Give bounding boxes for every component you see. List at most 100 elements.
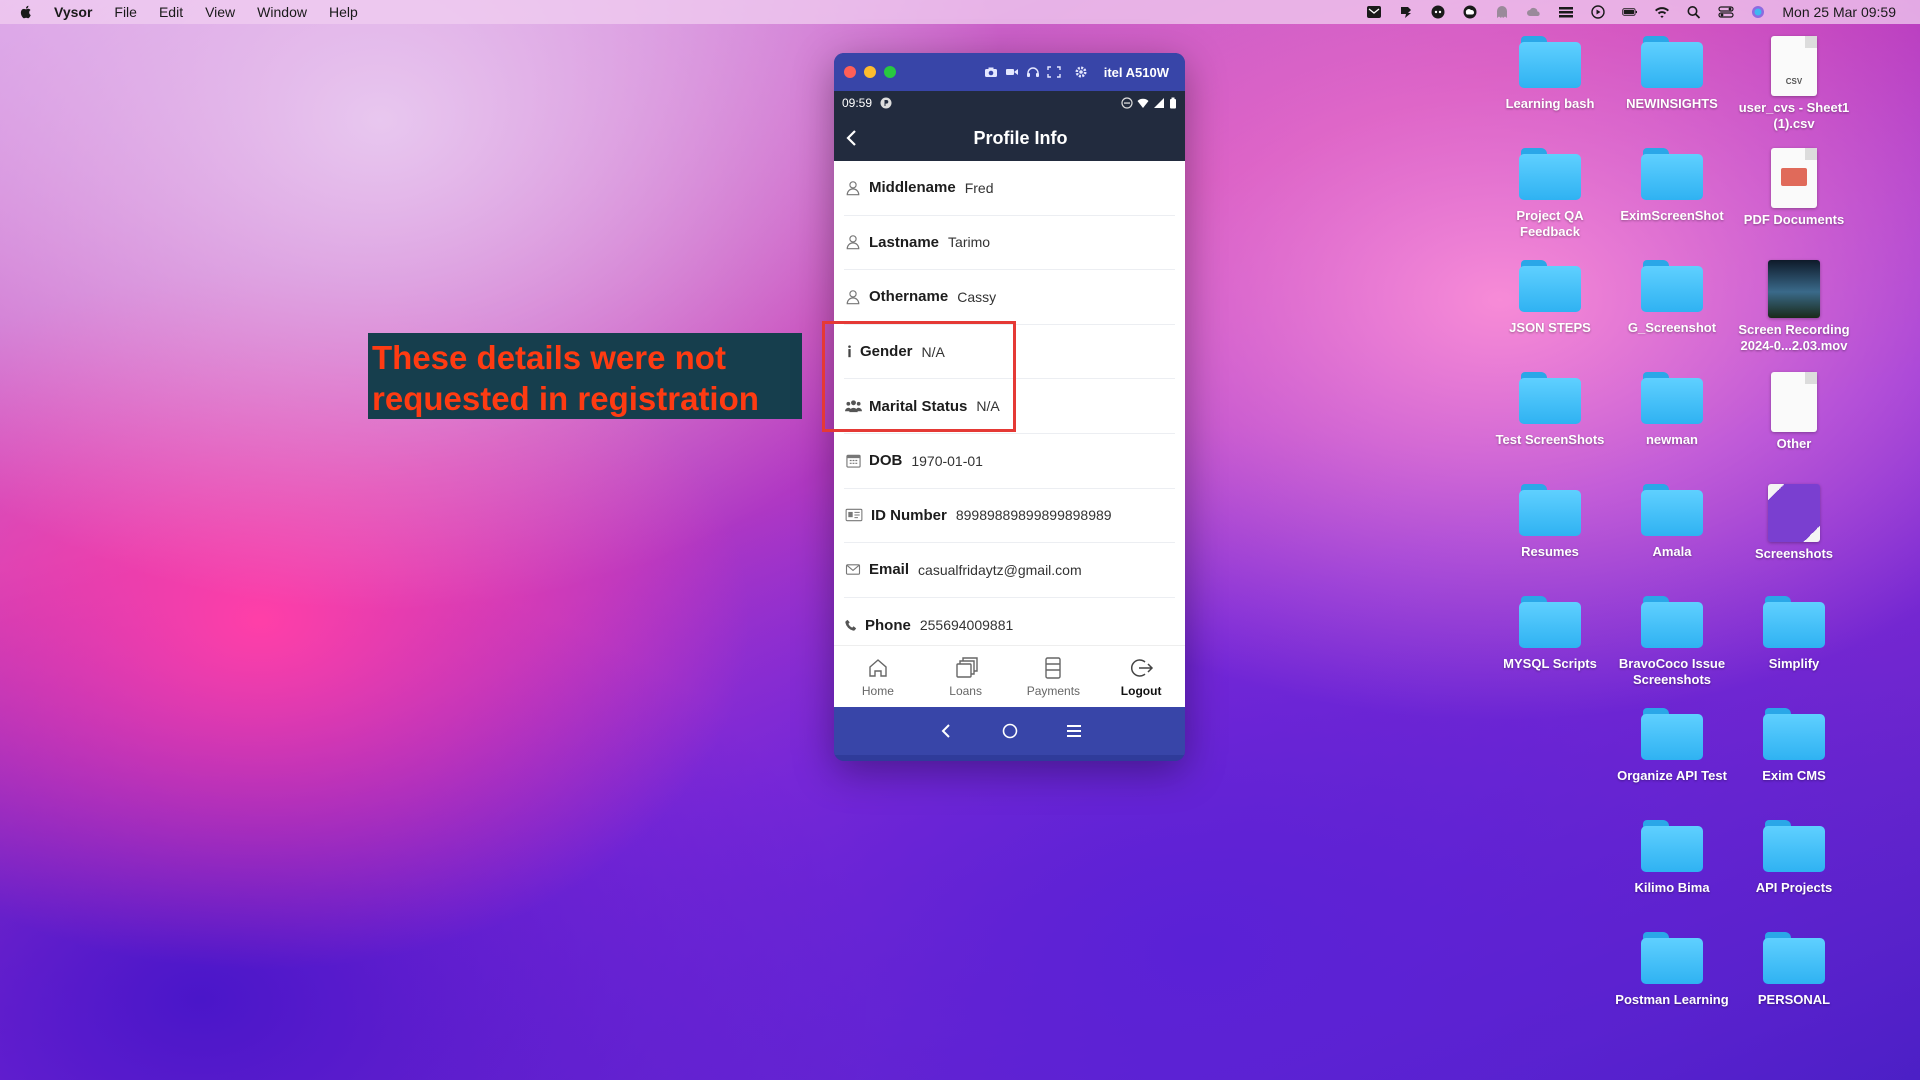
field-row-lastname: Lastname Tarimo <box>844 216 1175 271</box>
nav-logout[interactable]: Logout <box>1097 646 1185 707</box>
desktop-item-exim-cms[interactable]: Exim CMS <box>1734 708 1854 784</box>
cloud-icon[interactable] <box>1526 5 1542 19</box>
folder-icon <box>1519 260 1581 312</box>
desktop-item-json-steps[interactable]: JSON STEPS <box>1490 260 1610 336</box>
calendar-icon <box>844 452 862 470</box>
android-home-icon[interactable] <box>1000 721 1020 741</box>
apple-logo-icon[interactable] <box>18 4 34 20</box>
phone-status-bar: 09:59 <box>834 91 1185 115</box>
folder-icon <box>1519 484 1581 536</box>
app-status-icon[interactable] <box>1398 5 1414 19</box>
field-label: ID Number <box>871 506 947 524</box>
play-circle-icon[interactable] <box>1590 5 1606 19</box>
siri-icon[interactable] <box>1750 5 1766 19</box>
desktop-item-newman[interactable]: newman <box>1612 372 1732 448</box>
desktop-item-screen-recording-2024-0-2-03-mov[interactable]: Screen Recording 2024-0...2.03.mov <box>1734 260 1854 354</box>
desktop-item-bravococo-issue-screenshots[interactable]: BravoCoco Issue Screenshots <box>1612 596 1732 688</box>
menu-window[interactable]: Window <box>257 4 307 20</box>
battery-icon[interactable] <box>1622 5 1638 19</box>
annotation-highlight-box <box>822 321 1016 432</box>
mail-status-icon[interactable] <box>1366 5 1382 19</box>
window-title-bar: itel A510W <box>834 53 1185 91</box>
desktop-item-label: Exim CMS <box>1762 768 1826 783</box>
desktop-item-newinsights[interactable]: NEWINSIGHTS <box>1612 36 1732 112</box>
desktop-item-mysql-scripts[interactable]: MYSQL Scripts <box>1490 596 1610 672</box>
desktop-item-g-screenshot[interactable]: G_Screenshot <box>1612 260 1732 336</box>
desktop-item-label: Test ScreenShots <box>1495 432 1605 447</box>
app-header: Profile Info <box>834 115 1185 161</box>
desktop-item-organize-api-test[interactable]: Organize API Test <box>1612 708 1732 784</box>
nav-home[interactable]: Home <box>834 646 922 707</box>
folder-icon <box>1519 148 1581 200</box>
menu-help[interactable]: Help <box>329 4 358 20</box>
headphones-icon[interactable] <box>1026 66 1040 78</box>
bottom-navigation: Home Loans Payments Logout <box>834 645 1185 707</box>
android-system-nav <box>834 707 1185 755</box>
app-name-menu[interactable]: Vysor <box>54 4 92 20</box>
field-label: Phone <box>865 616 911 634</box>
nav-loans[interactable]: Loans <box>922 646 1010 707</box>
signal-icon <box>1154 98 1164 108</box>
loans-icon <box>955 657 978 678</box>
back-arrow-icon[interactable] <box>842 127 862 149</box>
desktop-item-label: PERSONAL <box>1757 992 1831 1007</box>
folder-icon <box>1641 596 1703 648</box>
field-row-othername: Othername Cassy <box>844 270 1175 325</box>
menu-clock[interactable]: Mon 25 Mar 09:59 <box>1782 4 1896 20</box>
folder-icon <box>1519 36 1581 88</box>
nav-payments-label: Payments <box>1026 684 1081 698</box>
field-row-dob: DOB 1970-01-01 <box>844 434 1175 489</box>
desktop-item-simplify[interactable]: Simplify <box>1734 596 1854 672</box>
notification-icon <box>880 97 892 109</box>
folder-icon <box>1763 596 1825 648</box>
settings-gear-icon[interactable] <box>1074 66 1088 78</box>
desktop-item-personal[interactable]: PERSONAL <box>1734 932 1854 1008</box>
menu-bar: Vysor File Edit View Window Help Mon 25 … <box>0 0 1920 24</box>
desktop-item-label: Resumes <box>1521 544 1579 559</box>
control-center-icon[interactable] <box>1718 5 1734 19</box>
control-strip-icon[interactable] <box>1558 5 1574 19</box>
desktop-item-user-cvs-sheet1-1-csv[interactable]: CSV user_cvs - Sheet1 (1).csv <box>1734 36 1854 132</box>
android-back-icon[interactable] <box>936 721 956 741</box>
desktop-item-kilimo-bima[interactable]: Kilimo Bima <box>1612 820 1732 896</box>
android-menu-icon[interactable] <box>1064 721 1084 741</box>
desktop-item-label: Organize API Test <box>1617 768 1727 783</box>
ghost-icon[interactable] <box>1494 5 1510 19</box>
folder-icon <box>1641 708 1703 760</box>
desktop-item-label: Kilimo Bima <box>1634 880 1710 895</box>
zoom-window-button[interactable] <box>884 66 896 78</box>
field-value: 255694009881 <box>919 617 1014 634</box>
desktop-item-label: PDF Documents <box>1743 212 1845 227</box>
desktop-item-test-screenshots[interactable]: Test ScreenShots <box>1490 372 1610 448</box>
desktop-item-eximscreenshot[interactable]: EximScreenShot <box>1612 148 1732 224</box>
menu-view[interactable]: View <box>205 4 235 20</box>
desktop-item-learning-bash[interactable]: Learning bash <box>1490 36 1610 112</box>
desktop-item-resumes[interactable]: Resumes <box>1490 484 1610 560</box>
desktop-item-api-projects[interactable]: API Projects <box>1734 820 1854 896</box>
wifi-icon[interactable] <box>1654 5 1670 19</box>
creative-cloud-icon[interactable] <box>1462 5 1478 19</box>
spotlight-search-icon[interactable] <box>1686 5 1702 19</box>
desktop-item-pdf-documents[interactable]: PDF Documents <box>1734 148 1854 228</box>
field-row-middlename: Middlename Fred <box>844 161 1175 216</box>
annotation-note: These details were not requested in regi… <box>368 333 802 419</box>
minimize-window-button[interactable] <box>864 66 876 78</box>
desktop-item-postman-learning[interactable]: Postman Learning <box>1612 932 1732 1008</box>
desktop-item-screenshots[interactable]: Screenshots <box>1734 484 1854 562</box>
nav-home-label: Home <box>861 684 894 698</box>
menu-edit[interactable]: Edit <box>159 4 183 20</box>
fullscreen-icon[interactable] <box>1047 66 1061 78</box>
video-record-icon[interactable] <box>1005 66 1019 78</box>
menu-file[interactable]: File <box>114 4 137 20</box>
close-window-button[interactable] <box>844 66 856 78</box>
desktop-item-other[interactable]: Other <box>1734 372 1854 452</box>
desktop-item-label: MYSQL Scripts <box>1503 656 1597 671</box>
camera-icon[interactable] <box>984 66 998 78</box>
desktop-item-project-qa-feedback[interactable]: Project QA Feedback <box>1490 148 1610 240</box>
desktop-item-amala[interactable]: Amala <box>1612 484 1732 560</box>
folder-icon <box>1641 148 1703 200</box>
folder-icon <box>1641 372 1703 424</box>
folder-icon <box>1641 36 1703 88</box>
nav-payments[interactable]: Payments <box>1010 646 1098 707</box>
gamepad-icon[interactable] <box>1430 5 1446 19</box>
